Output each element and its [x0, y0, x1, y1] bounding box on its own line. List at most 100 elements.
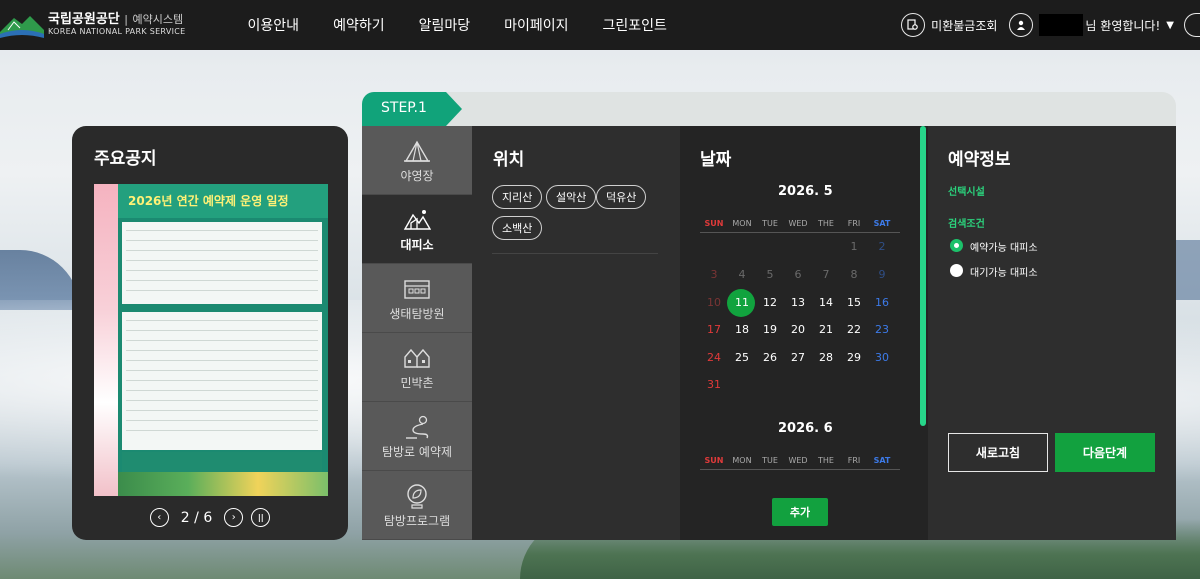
calendar-day[interactable]: 21: [812, 320, 840, 340]
add-button[interactable]: 추가: [772, 498, 828, 526]
weekday-label: MON: [732, 456, 752, 465]
weekday-label: WED: [788, 219, 808, 228]
tent-icon: [404, 140, 430, 162]
notice-pager: ‹ 2 / 6 › ||: [72, 508, 348, 527]
location-chip-seoraksan[interactable]: 설악산: [546, 185, 597, 209]
refresh-button[interactable]: 새로고침: [948, 433, 1048, 472]
notice-panel: 주요공지 2026년 연간 예약제 운영 일정 ‹ 2 / 6 › ||: [72, 126, 348, 540]
refund-search-icon[interactable]: [901, 13, 926, 37]
category-shelter[interactable]: 대피소: [362, 195, 472, 263]
calendar-day[interactable]: 24: [700, 348, 728, 368]
calendar-day[interactable]: 26: [756, 348, 784, 368]
calendar-day: 7: [822, 268, 830, 281]
calendar-day[interactable]: 15: [840, 293, 868, 313]
poster-schedule-table: [122, 222, 322, 304]
pause-icon[interactable]: ||: [251, 508, 271, 527]
radio-waitlist[interactable]: [950, 264, 963, 277]
calendar-day[interactable]: 14: [812, 293, 840, 313]
location-section: 위치 지리산 설악산 덕유산 소백산: [472, 126, 680, 540]
weekday-label: SAT: [873, 219, 891, 228]
logo-english: KOREA NATIONAL PARK SERVICE: [48, 26, 186, 36]
category-label: 야영장: [400, 169, 434, 183]
page-indicator: 2 / 6: [180, 509, 213, 526]
calendar-day[interactable]: 23: [868, 320, 896, 340]
radio-available-label[interactable]: 예약가능 대피소: [970, 239, 1038, 254]
next-icon[interactable]: ›: [224, 508, 244, 527]
calendar-day[interactable]: 22: [840, 320, 868, 340]
park-logo-icon: [0, 16, 44, 38]
location-chip-sobaeksan[interactable]: 소백산: [492, 216, 543, 240]
weekday-label: THE: [818, 219, 834, 228]
category-label: 탐방프로그램: [383, 514, 451, 528]
calendar-day[interactable]: 30: [868, 348, 896, 368]
calendar-day[interactable]: 31: [700, 375, 728, 395]
refund-link[interactable]: 미환불금조회: [931, 17, 997, 34]
calendar-day[interactable]: 27: [784, 348, 812, 368]
next-step-button[interactable]: 다음단계: [1055, 433, 1155, 472]
leaf-icon: [407, 484, 427, 509]
calendar-scrollbar[interactable]: [920, 126, 926, 426]
info-title: 예약정보: [948, 150, 1011, 170]
calendar-day[interactable]: 13: [784, 293, 812, 313]
location-chip-jirisan[interactable]: 지리산: [492, 185, 543, 209]
calendar-day[interactable]: 25: [728, 348, 756, 368]
weekday-label: SUN: [704, 219, 724, 228]
calendar-day[interactable]: 16: [868, 293, 896, 313]
calendar-day: 4: [738, 268, 746, 281]
nav-greenpoint[interactable]: 그린포인트: [603, 15, 667, 35]
settings-icon[interactable]: [1184, 13, 1200, 37]
calendar-day[interactable]: 20: [784, 320, 812, 340]
category-label: 생태탐방원: [389, 307, 445, 321]
nav-reservation[interactable]: 예약하기: [333, 15, 385, 35]
calendar-day[interactable]: 11: [728, 293, 756, 313]
calendar-day: 5: [766, 268, 774, 281]
shelter-icon: [403, 210, 431, 230]
calendar-day[interactable]: 18: [728, 320, 756, 340]
category-label: 탐방로 예약제: [381, 445, 453, 459]
category-campsite[interactable]: 야영장: [362, 126, 472, 194]
calendar-day[interactable]: 29: [840, 348, 868, 368]
nav-notice[interactable]: 알림마당: [419, 15, 471, 35]
date-title: 날짜: [700, 150, 732, 170]
month-label: 2026. 6: [778, 421, 833, 436]
calendar-day: 3: [710, 268, 718, 281]
weekday-label: FRI: [847, 219, 861, 228]
user-icon[interactable]: [1009, 13, 1034, 37]
radio-available[interactable]: [950, 239, 963, 252]
top-navigation-bar: 국립공원공단 | 예약시스템 KOREA NATIONAL PARK SERVI…: [0, 0, 1200, 50]
category-trail-reservation[interactable]: 탐방로 예약제: [362, 402, 472, 470]
weekday-label: TUE: [762, 219, 778, 228]
notice-poster[interactable]: 2026년 연간 예약제 운영 일정: [94, 184, 328, 496]
calendar-day[interactable]: 12: [756, 293, 784, 313]
building-icon: [404, 280, 430, 299]
category-minbak[interactable]: 민박촌: [362, 333, 472, 401]
nav-mypage[interactable]: 마이페이지: [504, 15, 568, 35]
category-label: 민박촌: [400, 376, 434, 390]
calendar-day[interactable]: 28: [812, 348, 840, 368]
radio-waitlist-label[interactable]: 대기가능 대피소: [970, 264, 1038, 279]
location-title: 위치: [493, 150, 525, 170]
logo-system: 예약시스템: [132, 13, 184, 27]
category-label: 대피소: [400, 238, 434, 252]
site-logo[interactable]: 국립공원공단 | 예약시스템 KOREA NATIONAL PARK SERVI…: [0, 0, 186, 50]
weekday-label: MON: [732, 219, 752, 228]
category-eco-center[interactable]: 생태탐방원: [362, 264, 472, 332]
facility-category-sidebar: 야영장 대피소 생태탐방원 민박촌 탐방로 예약제 탐방프로그램: [362, 126, 472, 540]
weekday-label: FRI: [847, 456, 861, 465]
selected-facility-label: 선택시설: [948, 187, 985, 198]
trail-icon: [406, 415, 429, 439]
redacted-username: [1039, 14, 1084, 36]
nav-guide[interactable]: 이용안내: [248, 15, 300, 35]
calendar-day: 8: [850, 268, 858, 281]
welcome-text: 님 환영합니다!: [1085, 18, 1161, 33]
category-program[interactable]: 탐방프로그램: [362, 471, 472, 539]
poster-title: 2026년 연간 예약제 운영 일정: [128, 194, 289, 208]
weekday-label: TUE: [762, 456, 778, 465]
location-chip-deogyusan[interactable]: 덕유산: [596, 185, 647, 209]
prev-icon[interactable]: ‹: [149, 508, 169, 527]
calendar-day[interactable]: 17: [700, 320, 728, 340]
weekday-label: SUN: [704, 456, 724, 465]
calendar-day: 2: [878, 240, 886, 253]
chevron-down-icon[interactable]: ▼: [1166, 20, 1174, 31]
calendar-day[interactable]: 19: [756, 320, 784, 340]
